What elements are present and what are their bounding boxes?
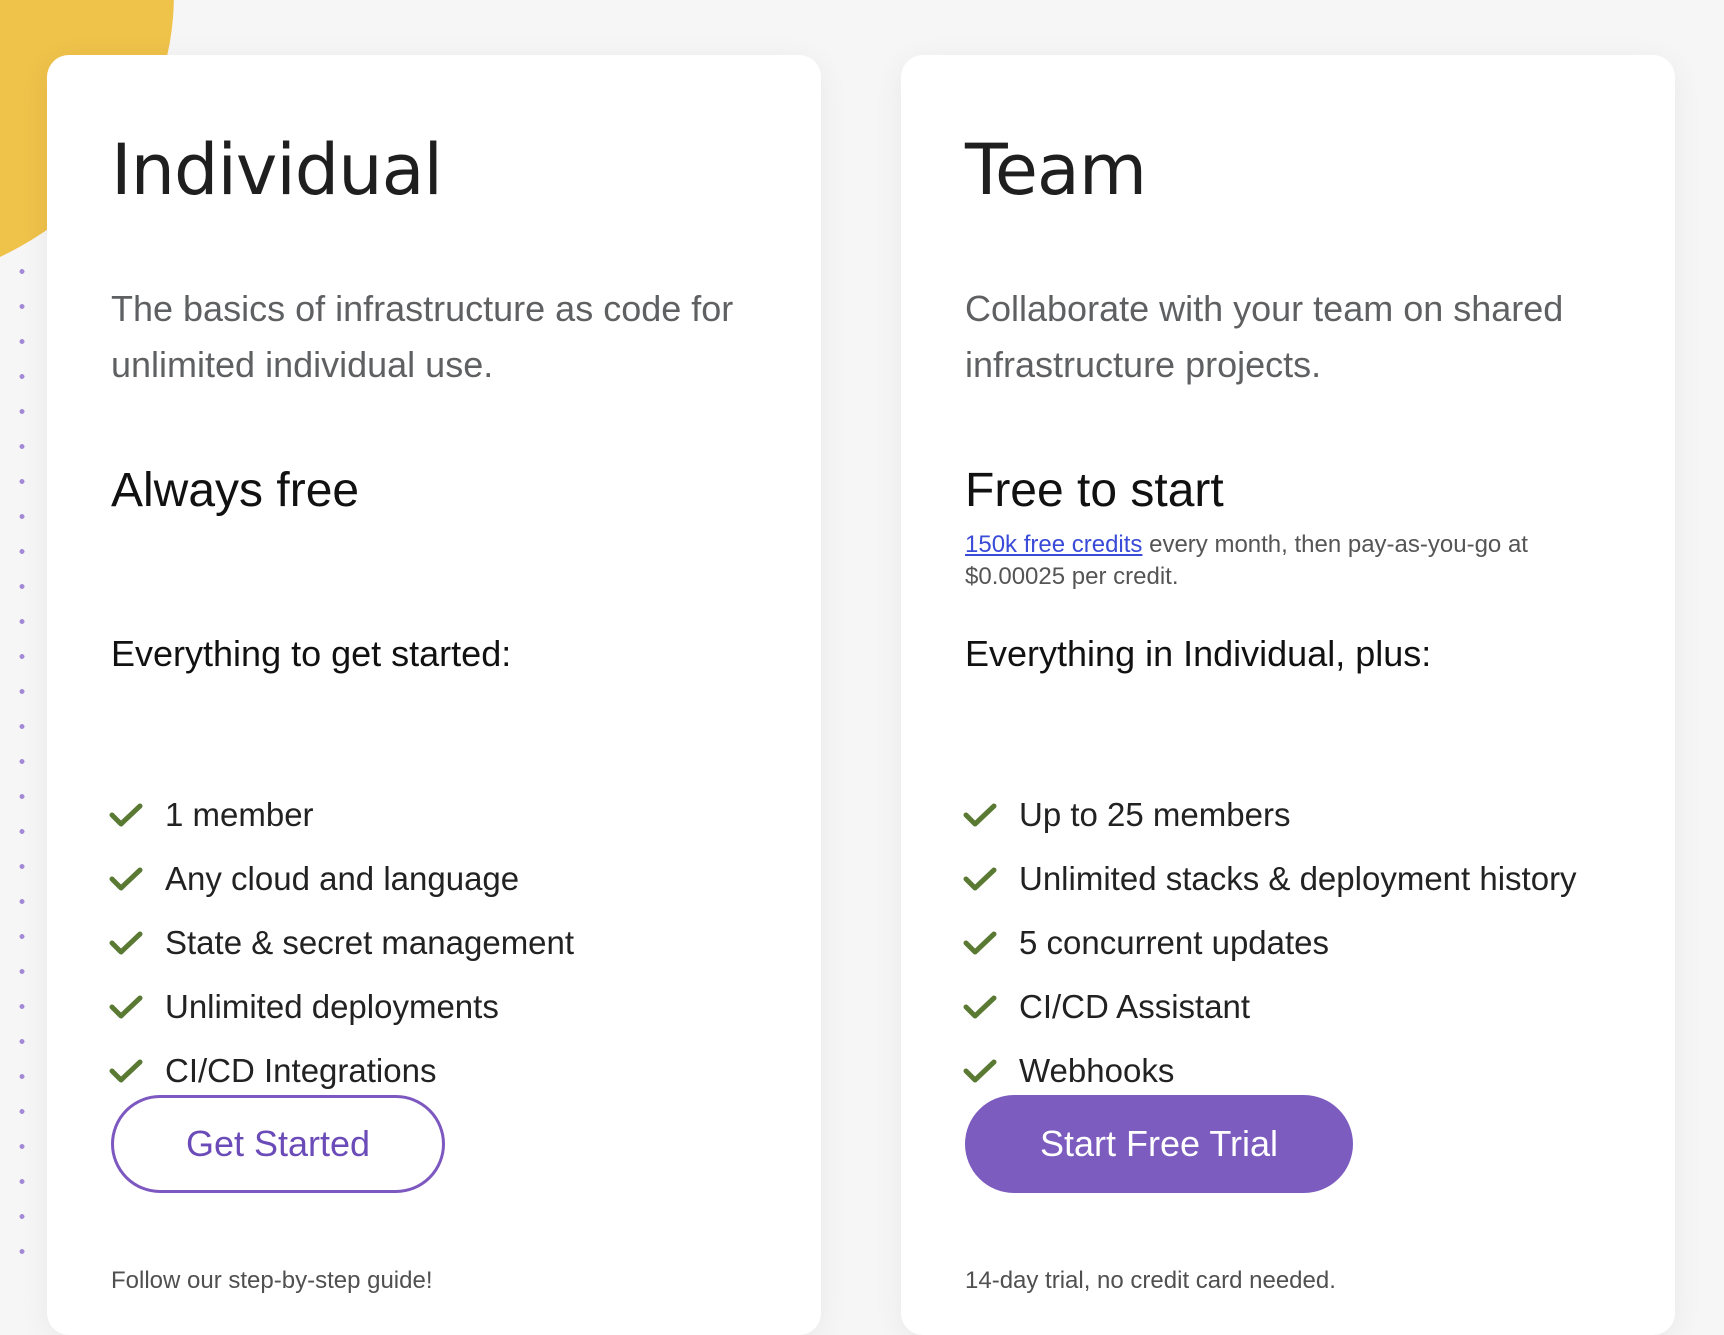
check-icon — [963, 867, 997, 891]
check-icon — [109, 931, 143, 955]
feature-item: Any cloud and language — [109, 847, 574, 911]
feature-label: Unlimited deployments — [165, 988, 499, 1025]
plan-title: Team — [965, 129, 1147, 211]
cta-note: 14-day trial, no credit card needed. — [965, 1267, 1336, 1294]
feature-item: Up to 25 members — [963, 783, 1577, 847]
feature-label: CI/CD Assistant — [1019, 988, 1251, 1025]
check-icon — [963, 995, 997, 1019]
plan-price: Free to start — [965, 464, 1224, 517]
start-free-trial-button[interactable]: Start Free Trial — [965, 1095, 1353, 1193]
check-icon — [963, 931, 997, 955]
plan-card-team: Team Collaborate with your team on share… — [901, 55, 1675, 1335]
decorative-dot-grid — [0, 250, 46, 1278]
plan-description: Collaborate with your team on shared inf… — [965, 288, 1564, 385]
feature-label: 1 member — [165, 796, 314, 833]
plan-title: Individual — [111, 129, 443, 211]
check-icon — [109, 995, 143, 1019]
feature-label: CI/CD Integrations — [165, 1052, 437, 1089]
price-note: 150k free credits every month, then pay-… — [965, 529, 1625, 593]
feature-item: 5 concurrent updates — [963, 911, 1577, 975]
feature-item: CI/CD Assistant — [963, 975, 1577, 1039]
check-icon — [963, 803, 997, 827]
feature-label: Unlimited stacks & deployment history — [1019, 860, 1577, 897]
feature-item: Unlimited stacks & deployment history — [963, 847, 1577, 911]
feature-label: Any cloud and language — [165, 860, 520, 897]
plan-card-individual: Individual The basics of infrastructure … — [47, 55, 821, 1335]
check-icon — [109, 867, 143, 891]
feature-list: 1 member Any cloud and language State & … — [109, 783, 575, 1103]
check-icon — [109, 803, 143, 827]
feature-item: Webhooks — [963, 1039, 1577, 1103]
feature-list: Up to 25 members Unlimited stacks & depl… — [963, 783, 1577, 1103]
plan-description: The basics of infrastructure as code for… — [111, 288, 734, 385]
feature-label: Webhooks — [1019, 1052, 1175, 1089]
features-heading: Everything in Individual, plus: — [965, 633, 1432, 674]
feature-label: State & secret management — [165, 924, 575, 961]
feature-item: CI/CD Integrations — [109, 1039, 574, 1103]
cta-note: Follow our step-by-step guide! — [111, 1267, 433, 1294]
feature-item: State & secret management — [109, 911, 575, 975]
feature-item: 1 member — [109, 783, 574, 847]
features-heading: Everything to get started: — [111, 633, 512, 674]
feature-item: Unlimited deployments — [109, 975, 574, 1039]
check-icon — [109, 1059, 143, 1083]
plan-price: Always free — [111, 464, 360, 517]
get-started-button[interactable]: Get Started — [111, 1095, 445, 1193]
check-icon — [963, 1059, 997, 1083]
feature-label: Up to 25 members — [1019, 796, 1291, 833]
free-credits-link[interactable]: 150k free credits — [965, 531, 1142, 558]
feature-label: 5 concurrent updates — [1019, 924, 1330, 961]
